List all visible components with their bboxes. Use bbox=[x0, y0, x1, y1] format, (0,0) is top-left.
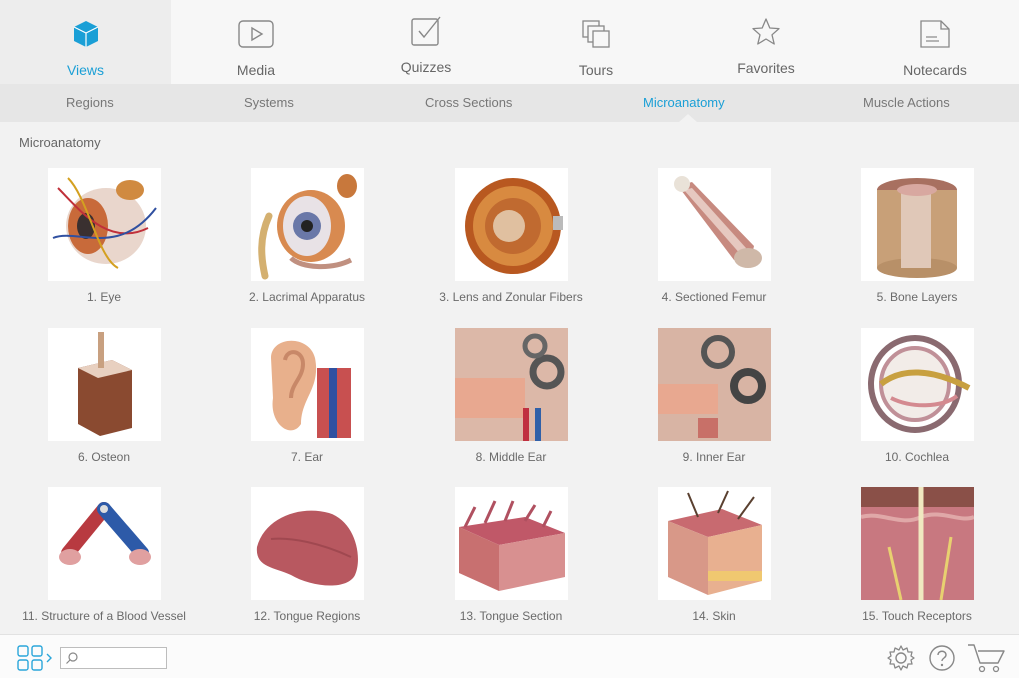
grid-item-label: 15. Touch Receptors bbox=[862, 609, 972, 623]
grid-item-bone-layers[interactable]: 5. Bone Layers bbox=[827, 168, 1007, 305]
subtab-regions[interactable]: Regions bbox=[66, 95, 114, 110]
grid-item-lens-and-zonular-fibers[interactable]: 3. Lens and Zonular Fibers bbox=[421, 168, 601, 305]
grid-item-label: 7. Ear bbox=[290, 450, 323, 464]
grid-item-sectioned-femur[interactable]: 4. Sectioned Femur bbox=[624, 168, 804, 305]
content-area[interactable]: Microanatomy 1. Eye 2. Lacrimal Apparatu… bbox=[0, 122, 1019, 634]
tab-views-label: Views bbox=[66, 62, 105, 78]
tab-quizzes[interactable]: Quizzes bbox=[341, 0, 511, 84]
skin-thumbnail bbox=[657, 487, 771, 600]
grid-item-label: 2. Lacrimal Apparatus bbox=[248, 290, 366, 304]
stack-icon bbox=[581, 18, 611, 50]
help-icon[interactable] bbox=[928, 644, 956, 677]
grid-item-label: 12. Tongue Regions bbox=[253, 609, 361, 623]
cube-icon bbox=[71, 18, 101, 50]
grid-item-label: 14. Skin bbox=[692, 609, 736, 623]
tab-favorites[interactable]: Favorites bbox=[681, 0, 851, 84]
grid-item-tongue-regions[interactable]: 12. Tongue Regions bbox=[217, 487, 397, 624]
grid-item-inner-ear[interactable]: 9. Inner Ear bbox=[624, 328, 804, 465]
section-title: Microanatomy bbox=[19, 135, 101, 150]
touch-receptors-thumbnail bbox=[860, 487, 974, 600]
ear-thumbnail bbox=[250, 328, 364, 441]
grid-item-skin[interactable]: 14. Skin bbox=[624, 487, 804, 624]
star-icon bbox=[751, 16, 781, 48]
grid-item-label: 8. Middle Ear bbox=[475, 450, 547, 464]
grid-item-eye[interactable]: 1. Eye bbox=[14, 168, 194, 305]
grid-item-label: 3. Lens and Zonular Fibers bbox=[439, 290, 583, 304]
grid-item-osteon[interactable]: 6. Osteon bbox=[14, 328, 194, 465]
grid-item-lacrimal-apparatus[interactable]: 2. Lacrimal Apparatus bbox=[217, 168, 397, 305]
notecard-icon bbox=[919, 18, 951, 50]
eye-thumbnail bbox=[47, 168, 161, 281]
settings-gear-icon[interactable] bbox=[887, 644, 915, 677]
tongue-regions-thumbnail bbox=[250, 487, 364, 600]
grid-item-label: 6. Osteon bbox=[77, 450, 131, 464]
tab-quizzes-label: Quizzes bbox=[400, 59, 452, 75]
search-field[interactable] bbox=[60, 647, 167, 669]
subtab-muscle-actions[interactable]: Muscle Actions bbox=[863, 95, 950, 110]
structure-of-a-blood-vessel-thumbnail bbox=[47, 487, 161, 600]
top-navigation: Views Media Quizzes Tours Favorites Note… bbox=[0, 0, 1019, 84]
grid-item-label: 11. Structure of a Blood Vessel bbox=[22, 609, 186, 623]
grid-item-label: 13. Tongue Section bbox=[459, 609, 563, 623]
cochlea-thumbnail bbox=[860, 328, 974, 441]
inner-ear-thumbnail bbox=[657, 328, 771, 441]
grid-item-structure-of-a-blood-vessel[interactable]: 11. Structure of a Blood Vessel bbox=[14, 487, 194, 624]
tab-notecards[interactable]: Notecards bbox=[851, 0, 1019, 84]
tab-tours-label: Tours bbox=[578, 62, 614, 78]
search-icon bbox=[65, 651, 79, 670]
play-icon bbox=[238, 18, 274, 50]
tab-notecards-label: Notecards bbox=[903, 62, 967, 78]
active-tab-pointer bbox=[679, 114, 697, 122]
grid-item-label: 10. Cochlea bbox=[884, 450, 950, 464]
tongue-section-thumbnail bbox=[454, 487, 568, 600]
grid-item-label: 1. Eye bbox=[86, 290, 122, 304]
lacrimal-apparatus-thumbnail bbox=[250, 168, 364, 281]
grid-item-label: 9. Inner Ear bbox=[682, 450, 746, 464]
sub-navigation: Regions Systems Cross Sections Microanat… bbox=[0, 84, 1019, 122]
grid-item-tongue-section[interactable]: 13. Tongue Section bbox=[421, 487, 601, 624]
checkbox-icon bbox=[410, 15, 442, 47]
grid-item-touch-receptors[interactable]: 15. Touch Receptors bbox=[827, 487, 1007, 624]
tab-media-label: Media bbox=[236, 62, 276, 78]
tab-media[interactable]: Media bbox=[171, 0, 341, 84]
sectioned-femur-thumbnail bbox=[657, 168, 771, 281]
grid-item-ear[interactable]: 7. Ear bbox=[217, 328, 397, 465]
grid-item-label: 4. Sectioned Femur bbox=[661, 290, 767, 304]
bottom-toolbar bbox=[0, 634, 1019, 678]
subtab-microanatomy[interactable]: Microanatomy bbox=[643, 95, 725, 110]
tab-tours[interactable]: Tours bbox=[511, 0, 681, 84]
tab-favorites-label: Favorites bbox=[737, 60, 795, 76]
grid-item-middle-ear[interactable]: 8. Middle Ear bbox=[421, 328, 601, 465]
lens-and-zonular-fibers-thumbnail bbox=[454, 168, 568, 281]
search-input[interactable] bbox=[81, 650, 163, 666]
middle-ear-thumbnail bbox=[454, 328, 568, 441]
subtab-cross-sections[interactable]: Cross Sections bbox=[425, 95, 512, 110]
grid-item-label: 5. Bone Layers bbox=[876, 290, 958, 304]
bone-layers-thumbnail bbox=[860, 168, 974, 281]
grid-item-cochlea[interactable]: 10. Cochlea bbox=[827, 328, 1007, 465]
osteon-thumbnail bbox=[47, 328, 161, 441]
tab-views[interactable]: Views bbox=[0, 0, 171, 84]
subtab-systems[interactable]: Systems bbox=[244, 95, 294, 110]
cart-icon[interactable] bbox=[966, 643, 1006, 678]
grid-view-icon[interactable] bbox=[17, 645, 55, 676]
